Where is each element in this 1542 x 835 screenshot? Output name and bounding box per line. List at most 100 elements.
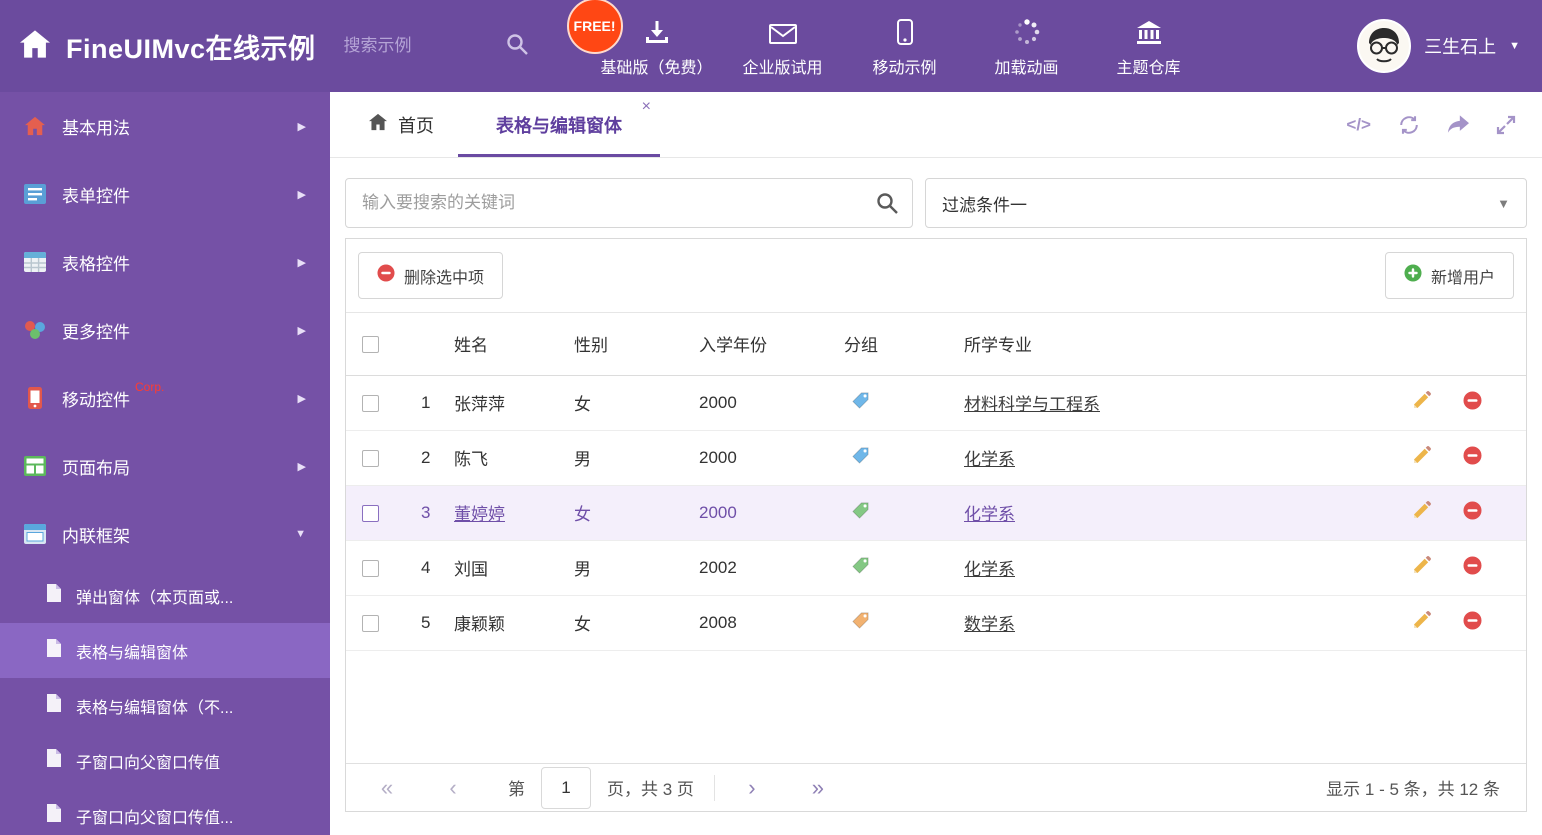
cell-year: 2000: [699, 430, 844, 486]
house-icon: [22, 116, 48, 136]
next-page-button[interactable]: ›: [737, 775, 767, 801]
brand[interactable]: FineUIMvc在线示例: [18, 27, 316, 66]
refresh-icon[interactable]: [1398, 114, 1420, 136]
nav-item-mobile-demo[interactable]: 移动示例: [853, 14, 957, 78]
main-area: 首页 表格与编辑窗体 × </> 输入要搜索的关键词 过滤条件一 ▼ 删除选中项…: [330, 92, 1542, 835]
row-checkbox[interactable]: [362, 449, 379, 467]
row-checkbox[interactable]: [362, 614, 379, 632]
tag-icon: [851, 611, 870, 630]
chevron-right-icon: ▶: [297, 392, 306, 405]
col-actions: [1376, 313, 1526, 376]
page-label-after: 页，共 3 页: [607, 780, 694, 799]
tag-icon: [851, 446, 870, 465]
sidebar-item-iframe[interactable]: 内联框架 ▼: [0, 500, 330, 568]
page-label-before: 第: [508, 780, 525, 799]
tab-grid-edit-window[interactable]: 表格与编辑窗体 ×: [458, 92, 660, 157]
share-icon[interactable]: [1447, 115, 1469, 134]
major-link[interactable]: 化学系: [964, 450, 1015, 469]
expand-icon[interactable]: [1496, 115, 1516, 135]
row-number: 4: [396, 540, 454, 596]
user-menu[interactable]: 三生石上 ▼: [1357, 19, 1520, 73]
sidebar-subitem-child-to-parent-2[interactable]: 子窗口向父窗口传值...: [0, 788, 330, 835]
minus-circle-icon: [377, 264, 395, 287]
keyword-search-input[interactable]: [345, 178, 913, 228]
sidebar-item-basic-usage[interactable]: 基本用法 ▶: [0, 92, 330, 160]
search-icon[interactable]: [506, 33, 528, 60]
prev-page-button[interactable]: ‹: [438, 775, 468, 801]
tab-home[interactable]: 首页: [344, 92, 458, 157]
cell-year: 2000: [699, 375, 844, 431]
edit-icon[interactable]: [1412, 390, 1432, 415]
major-link[interactable]: 化学系: [964, 505, 1015, 524]
delete-icon[interactable]: [1463, 611, 1482, 635]
major-link[interactable]: 材料科学与工程系: [964, 395, 1100, 414]
download-icon: [643, 16, 671, 46]
row-number: 1: [396, 375, 454, 431]
file-icon: [46, 748, 62, 773]
chevron-right-icon: ▶: [297, 188, 306, 201]
row-checkbox[interactable]: [362, 394, 379, 412]
cell-gender: 女: [574, 375, 699, 431]
select-all-checkbox[interactable]: [362, 335, 379, 353]
pagination-bar: « ‹ 第 页，共 3 页 › » 显示 1 - 5 条，共 12 条: [346, 763, 1526, 811]
nav-item-loading-animation[interactable]: 加载动画: [975, 14, 1079, 78]
top-search: [343, 33, 549, 60]
delete-icon[interactable]: [1463, 501, 1482, 525]
tab-bar: 首页 表格与编辑窗体 × </>: [330, 92, 1542, 158]
first-page-button[interactable]: «: [372, 775, 402, 801]
delete-icon[interactable]: [1463, 556, 1482, 580]
corp-badge: Corp.: [135, 380, 165, 394]
sidebar-item-page-layout[interactable]: 页面布局 ▶: [0, 432, 330, 500]
delete-selected-button[interactable]: 删除选中项: [358, 252, 504, 299]
sidebar-item-grid-controls[interactable]: 表格控件 ▶: [0, 228, 330, 296]
edit-icon[interactable]: [1412, 610, 1432, 635]
sidebar-subitem-popup-window[interactable]: 弹出窗体（本页面或...: [0, 568, 330, 623]
table-row-selected[interactable]: 3 董婷婷 女 2000 化学系: [346, 485, 1526, 541]
app-root: FineUIMvc在线示例 FREE! 基础版（免费） 企业版试用: [0, 0, 1542, 835]
row-checkbox[interactable]: [362, 504, 379, 522]
sidebar-subitem-grid-edit-window[interactable]: 表格与编辑窗体: [0, 623, 330, 678]
table-row[interactable]: 5 康颖颖 女 2008 数学系: [346, 595, 1526, 651]
nav-item-enterprise-trial[interactable]: 企业版试用: [731, 14, 835, 78]
row-checkbox[interactable]: [362, 559, 379, 577]
chevron-down-icon: ▼: [1509, 40, 1520, 52]
sidebar-subitem-child-to-parent[interactable]: 子窗口向父窗口传值: [0, 733, 330, 788]
delete-icon[interactable]: [1463, 446, 1482, 470]
filter-dropdown[interactable]: 过滤条件一 ▼: [925, 178, 1527, 228]
major-link[interactable]: 化学系: [964, 560, 1015, 579]
cell-gender: 男: [574, 430, 699, 486]
edit-icon[interactable]: [1412, 555, 1432, 580]
shapes-icon: [22, 320, 48, 340]
major-link[interactable]: 数学系: [964, 615, 1015, 634]
col-name: 姓名: [454, 313, 574, 376]
table-row[interactable]: 4 刘国 男 2002 化学系: [346, 540, 1526, 596]
file-icon: [46, 583, 62, 608]
delete-icon[interactable]: [1463, 391, 1482, 415]
edit-icon[interactable]: [1412, 500, 1432, 525]
col-gender: 性别: [574, 313, 699, 376]
close-icon[interactable]: ×: [642, 98, 651, 116]
table-row[interactable]: 2 陈飞 男 2000 化学系: [346, 430, 1526, 486]
chevron-right-icon: ▶: [297, 324, 306, 337]
cell-name: 董婷婷: [454, 485, 574, 541]
add-user-button[interactable]: 新增用户: [1384, 252, 1514, 299]
cell-gender: 男: [574, 540, 699, 596]
edit-icon[interactable]: [1412, 445, 1432, 470]
last-page-button[interactable]: »: [803, 775, 833, 801]
sidebar-item-more-controls[interactable]: 更多控件 ▶: [0, 296, 330, 364]
code-icon[interactable]: </>: [1346, 115, 1371, 135]
page-number-input[interactable]: [541, 766, 591, 809]
sidebar-subitem-grid-edit-window-2[interactable]: 表格与编辑窗体（不...: [0, 678, 330, 733]
top-header: FineUIMvc在线示例 FREE! 基础版（免费） 企业版试用: [0, 0, 1542, 92]
bank-icon: [1135, 16, 1163, 46]
top-search-input[interactable]: [343, 36, 494, 56]
nav-item-theme-repo[interactable]: 主题仓库: [1097, 14, 1201, 78]
users-table: 姓名 性别 入学年份 分组 所学专业 1 张萍萍 女 2000 材料科学与工程系…: [346, 313, 1526, 651]
chevron-down-icon: ▼: [295, 528, 306, 540]
nav-item-basic-edition[interactable]: FREE! 基础版（免费）: [566, 0, 713, 78]
sidebar-item-mobile-controls[interactable]: 移动控件 Corp. ▶: [0, 364, 330, 432]
table-row[interactable]: 1 张萍萍 女 2000 材料科学与工程系: [346, 375, 1526, 431]
record-summary: 显示 1 - 5 条，共 12 条: [1326, 780, 1500, 799]
search-icon[interactable]: [876, 192, 898, 219]
sidebar-item-form-controls[interactable]: 表单控件 ▶: [0, 160, 330, 228]
